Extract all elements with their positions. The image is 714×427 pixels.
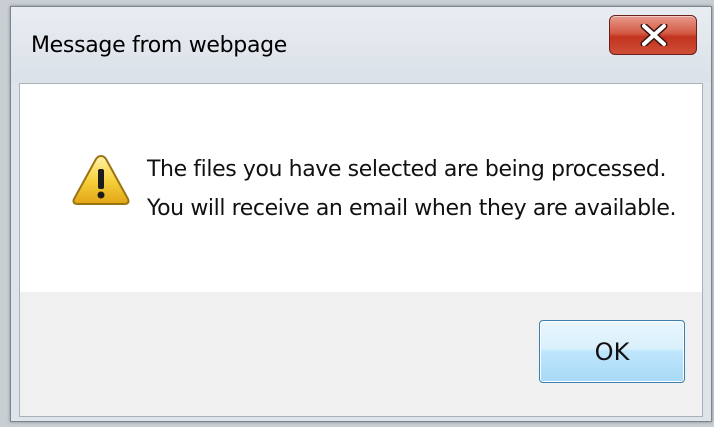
- message-dialog: Message from webpage The files you have …: [10, 6, 712, 422]
- message-line-2: You will receive an email when they are …: [147, 196, 677, 221]
- ok-button[interactable]: OK: [539, 320, 685, 383]
- dialog-title: Message from webpage: [31, 33, 288, 58]
- message-area: The files you have selected are being pr…: [20, 84, 702, 292]
- button-bar: OK: [20, 292, 702, 416]
- dialog-body: The files you have selected are being pr…: [19, 83, 703, 417]
- close-button[interactable]: [609, 15, 697, 55]
- message-line-1: The files you have selected are being pr…: [147, 157, 667, 182]
- message-text: The files you have selected are being pr…: [147, 150, 677, 228]
- warning-icon: [72, 154, 130, 205]
- title-bar[interactable]: Message from webpage: [11, 7, 711, 82]
- close-x-icon: [640, 24, 668, 46]
